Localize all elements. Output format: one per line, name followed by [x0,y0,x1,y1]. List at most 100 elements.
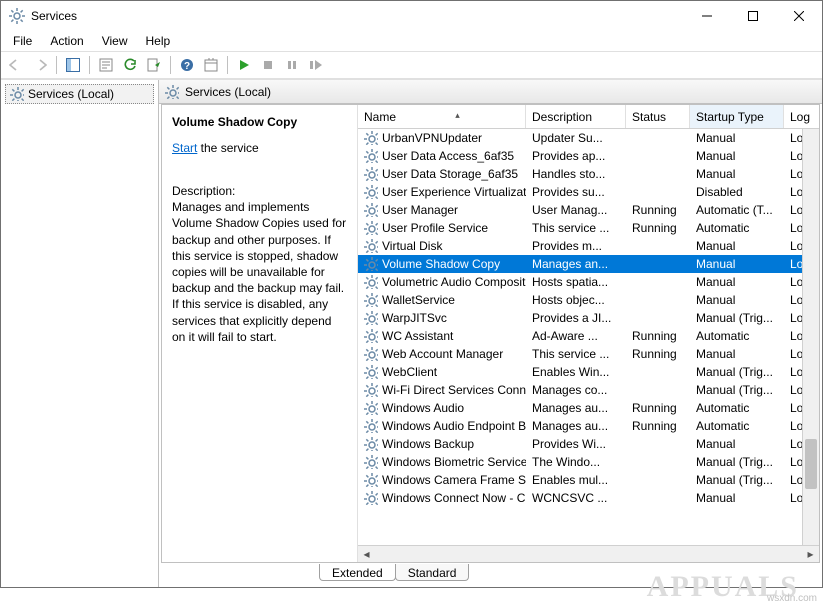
cell-description: The Windo... [526,455,626,469]
services-window: Services File Action View Help ? [0,0,823,588]
tree-item-services-local[interactable]: Services (Local) [5,84,154,104]
menu-file[interactable]: File [5,33,40,49]
cell-startup-type: Manual [690,275,784,289]
cell-status: Running [626,347,690,361]
service-name: Windows Backup [382,437,474,451]
column-header-logon[interactable]: Log [784,105,814,128]
cell-description: Provides su... [526,185,626,199]
table-row[interactable]: Virtual DiskProvides m...ManualLoca [358,237,819,255]
calendar-button[interactable] [200,54,222,76]
cell-name: Windows Camera Frame Se... [358,473,526,487]
menu-view[interactable]: View [94,33,136,49]
service-name: Windows Biometric Service [382,455,526,469]
properties-button[interactable] [95,54,117,76]
table-row[interactable]: WC AssistantAd-Aware ...RunningAutomatic… [358,327,819,345]
table-row[interactable]: Web Account ManagerThis service ...Runni… [358,345,819,363]
cell-description: Ad-Aware ... [526,329,626,343]
gear-icon [364,491,378,505]
forward-button[interactable] [29,54,51,76]
cell-startup-type: Manual [690,167,784,181]
menu-action[interactable]: Action [42,33,91,49]
service-name: Windows Audio [382,401,464,415]
window-title: Services [31,9,684,23]
column-header-name[interactable]: Name▴ [358,105,526,128]
table-row[interactable]: Volume Shadow CopyManages an...ManualLoc… [358,255,819,273]
stop-service-button[interactable] [257,54,279,76]
scrollbar-thumb[interactable] [805,439,817,489]
table-row[interactable]: Windows AudioManages au...RunningAutomat… [358,399,819,417]
table-row[interactable]: WarpJITSvcProvides a JI...Manual (Trig..… [358,309,819,327]
cell-startup-type: Automatic [690,419,784,433]
table-row[interactable]: Windows Audio Endpoint B...Manages au...… [358,417,819,435]
main-pane: Services (Local) Volume Shadow Copy Star… [159,80,822,587]
cell-name: Windows Biometric Service [358,455,526,469]
scroll-left-button[interactable]: ◂ [358,546,375,563]
cell-startup-type: Manual (Trig... [690,383,784,397]
start-service-button[interactable] [233,54,255,76]
back-button[interactable] [5,54,27,76]
refresh-button[interactable] [119,54,141,76]
cell-name: Windows Audio Endpoint B... [358,419,526,433]
cell-startup-type: Automatic [690,401,784,415]
show-hide-tree-button[interactable] [62,54,84,76]
pane-header: Services (Local) [159,80,822,104]
gear-icon [9,8,25,24]
list-body[interactable]: UrbanVPNUpdaterUpdater Su...ManualLocaUs… [358,129,819,545]
column-header-status[interactable]: Status [626,105,690,128]
column-header-startup-type[interactable]: Startup Type [690,105,784,128]
scroll-right-button[interactable]: ▸ [802,546,819,563]
cell-name: User Data Access_6af35 [358,149,526,163]
tab-extended[interactable]: Extended [319,564,396,581]
table-row[interactable]: Windows Connect Now - C...WCNCSVC ...Man… [358,489,819,507]
table-row[interactable]: User Data Storage_6af35Handles sto...Man… [358,165,819,183]
cell-description: Enables Win... [526,365,626,379]
table-row[interactable]: User ManagerUser Manag...RunningAutomati… [358,201,819,219]
close-button[interactable] [776,1,822,31]
service-name: Windows Camera Frame Se... [382,473,526,487]
table-row[interactable]: Windows Camera Frame Se...Enables mul...… [358,471,819,489]
restart-service-button[interactable] [305,54,327,76]
cell-description: Provides ap... [526,149,626,163]
horizontal-scrollbar[interactable]: ◂ ▸ [358,545,819,562]
vertical-scrollbar[interactable] [802,129,819,545]
pause-service-button[interactable] [281,54,303,76]
service-name: Virtual Disk [382,239,442,253]
table-row[interactable]: WalletServiceHosts objec...ManualLoca [358,291,819,309]
list-area: Name▴ Description Status Startup Type Lo… [358,105,819,562]
cell-status: Running [626,221,690,235]
table-row[interactable]: Windows BackupProvides Wi...ManualLoca [358,435,819,453]
cell-startup-type: Manual [690,257,784,271]
menu-help[interactable]: Help [138,33,179,49]
svg-text:?: ? [184,61,190,72]
cell-startup-type: Manual [690,491,784,505]
cell-name: User Profile Service [358,221,526,235]
service-name: Wi-Fi Direct Services Conne... [382,383,526,397]
table-row[interactable]: User Data Access_6af35Provides ap... Manu… [358,147,819,165]
help-button[interactable]: ? [176,54,198,76]
maximize-button[interactable] [730,1,776,31]
table-row[interactable]: WebClientEnables Win...Manual (Trig...Lo… [358,363,819,381]
export-button[interactable] [143,54,165,76]
cell-description: Provides Wi... [526,437,626,451]
table-row[interactable]: User Experience Virtualizati...Provides … [358,183,819,201]
service-name: UrbanVPNUpdater [382,131,482,145]
service-name: User Data Storage_6af35 [382,167,518,181]
table-row[interactable]: Windows Biometric ServiceThe Windo...Man… [358,453,819,471]
table-row[interactable]: Wi-Fi Direct Services Conne...Manages co… [358,381,819,399]
cell-startup-type: Manual [690,149,784,163]
cell-name: Web Account Manager [358,347,526,361]
column-header-description[interactable]: Description [526,105,626,128]
table-row[interactable]: User Profile ServiceThis service ...Runn… [358,219,819,237]
cell-startup-type: Automatic (T... [690,203,784,217]
table-row[interactable]: Volumetric Audio Composit...Hosts spatia… [358,273,819,291]
cell-name: Virtual Disk [358,239,526,253]
gear-icon [364,149,378,163]
table-row[interactable]: UrbanVPNUpdaterUpdater Su...ManualLoca [358,129,819,147]
minimize-button[interactable] [684,1,730,31]
service-name: WarpJITSvc [382,311,447,325]
start-service-link[interactable]: Start [172,141,197,155]
cell-name: WalletService [358,293,526,307]
tab-standard[interactable]: Standard [395,564,470,581]
service-name: Volume Shadow Copy [382,257,500,271]
pane-content: Volume Shadow Copy Start the service Des… [161,104,820,563]
